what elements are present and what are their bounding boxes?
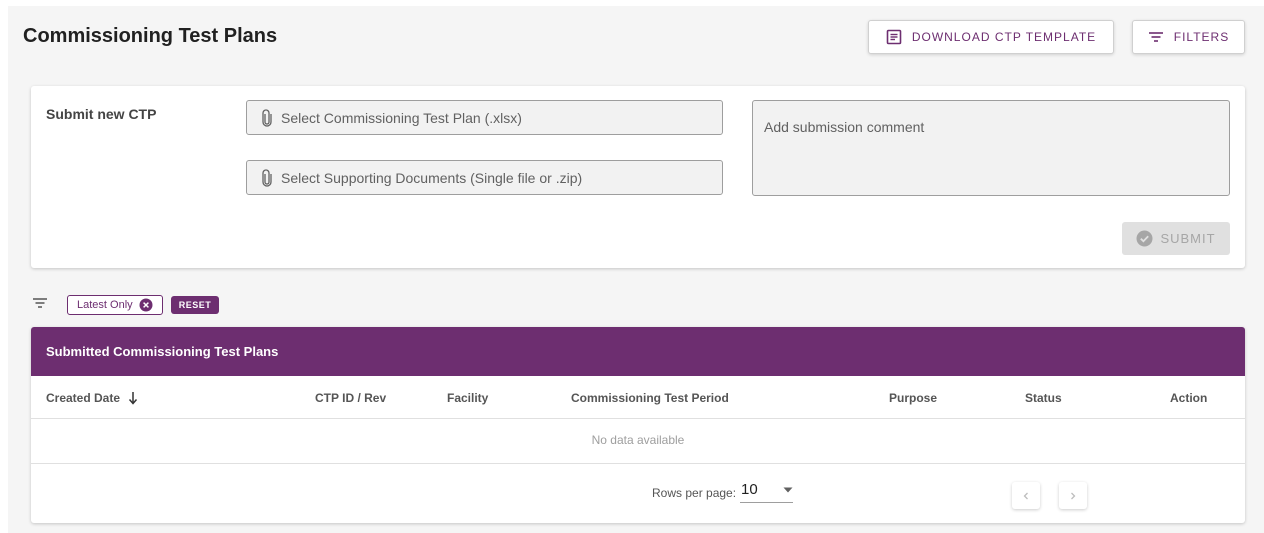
- reset-filters-button[interactable]: RESET: [171, 296, 219, 314]
- filter-lines-icon: [1148, 32, 1163, 42]
- top-edge: [0, 0, 1264, 6]
- submit-button[interactable]: SUBMIT: [1122, 222, 1230, 255]
- check-circle-icon: [1136, 230, 1153, 247]
- submit-new-ctp-label: Submit new CTP: [46, 106, 157, 122]
- rows-per-page-value: 10: [741, 481, 758, 498]
- column-created-date-label: Created Date: [46, 391, 121, 405]
- caret-down-icon: [783, 487, 793, 492]
- column-facility[interactable]: Facility: [447, 391, 488, 405]
- ctp-file-placeholder: Select Commissioning Test Plan (.xlsx): [281, 109, 522, 126]
- filters-label: FILTERS: [1173, 30, 1230, 44]
- filters-button[interactable]: FILTERS: [1132, 20, 1245, 54]
- filter-lines-icon[interactable]: [32, 297, 48, 309]
- column-created-date[interactable]: Created Date: [46, 391, 138, 405]
- arrow-down-icon: [128, 392, 138, 405]
- latest-only-chip[interactable]: Latest Only: [67, 295, 163, 315]
- column-ctp-id-rev[interactable]: CTP ID / Rev: [315, 391, 386, 405]
- page-title: Commissioning Test Plans: [23, 25, 278, 47]
- submit-label: SUBMIT: [1160, 231, 1216, 246]
- close-circle-icon[interactable]: [139, 298, 153, 312]
- header-divider: [31, 418, 1245, 419]
- previous-page-button[interactable]: [1012, 482, 1040, 509]
- supporting-docs-placeholder: Select Supporting Documents (Single file…: [281, 169, 583, 186]
- next-page-button[interactable]: [1059, 482, 1087, 509]
- supporting-docs-input[interactable]: Select Supporting Documents (Single file…: [246, 160, 723, 195]
- ctp-file-input[interactable]: Select Commissioning Test Plan (.xlsx): [246, 100, 723, 135]
- submit-ctp-card: Submit new CTP Select Commissioning Test…: [31, 86, 1245, 268]
- submitted-ctp-table: Submitted Commissioning Test Plans Creat…: [31, 327, 1245, 523]
- rows-per-page-select[interactable]: 10: [740, 477, 793, 503]
- column-commissioning-test-period[interactable]: Commissioning Test Period: [571, 391, 729, 405]
- left-edge: [0, 0, 8, 533]
- download-ctp-template-label: DOWNLOAD CTP TEMPLATE: [911, 30, 1097, 44]
- column-purpose[interactable]: Purpose: [889, 391, 937, 405]
- table-title: Submitted Commissioning Test Plans: [31, 327, 1245, 376]
- chevron-left-icon: [1023, 492, 1028, 499]
- no-data-message: No data available: [591, 433, 685, 447]
- paperclip-icon: [262, 108, 272, 127]
- rows-per-page-label: Rows per page:: [652, 486, 737, 500]
- submission-comment-textarea[interactable]: Add submission comment: [752, 100, 1230, 196]
- latest-only-label: Latest Only: [77, 299, 133, 311]
- column-status[interactable]: Status: [1025, 391, 1062, 405]
- download-ctp-template-button[interactable]: DOWNLOAD CTP TEMPLATE: [868, 20, 1114, 54]
- document-list-icon: [886, 29, 902, 45]
- chevron-right-icon: [1071, 492, 1076, 499]
- footer-divider: [31, 463, 1245, 464]
- column-action: Action: [1170, 391, 1208, 405]
- submission-comment-placeholder: Add submission comment: [764, 119, 925, 135]
- paperclip-icon: [262, 168, 272, 187]
